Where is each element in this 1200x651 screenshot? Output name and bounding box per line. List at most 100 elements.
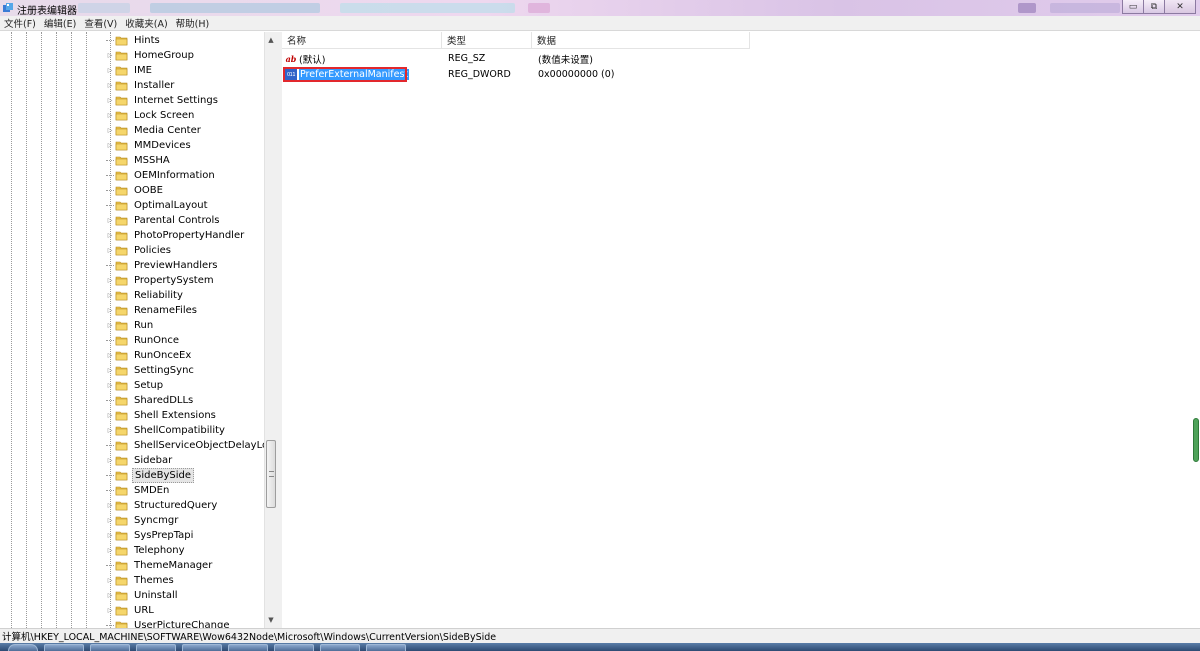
tree-item[interactable]: MSSHA bbox=[106, 153, 172, 168]
tree-item[interactable]: ▷ StructuredQuery bbox=[106, 498, 219, 513]
tree-item[interactable]: ▷ Syncmgr bbox=[106, 513, 180, 528]
tree-item[interactable]: ▷ Uninstall bbox=[106, 588, 180, 603]
restore-button[interactable]: ⧉ bbox=[1143, 0, 1165, 14]
tree-item[interactable]: Hints bbox=[106, 33, 162, 48]
tree-item[interactable]: SharedDLLs bbox=[106, 393, 195, 408]
expand-arrow-icon[interactable]: ▷ bbox=[106, 78, 114, 93]
tree-item[interactable]: ▷ Sidebar bbox=[106, 453, 174, 468]
menu-file[interactable]: 文件(F) bbox=[4, 16, 36, 30]
expand-arrow-icon[interactable]: ▷ bbox=[106, 63, 114, 78]
tree-item[interactable]: ▷ RunOnceEx bbox=[106, 348, 193, 363]
tree-guide-line bbox=[56, 32, 57, 628]
expand-arrow-icon[interactable]: ▷ bbox=[106, 93, 114, 108]
tree-item[interactable]: ▷ Internet Settings bbox=[106, 93, 220, 108]
menu-view[interactable]: 查看(V) bbox=[84, 16, 117, 30]
tree-item[interactable]: ▷ Lock Screen bbox=[106, 108, 196, 123]
tree-item[interactable]: ▷ Media Center bbox=[106, 123, 203, 138]
tree-connector bbox=[106, 558, 114, 573]
tree-item[interactable]: ▷ Telephony bbox=[106, 543, 187, 558]
taskbar-button[interactable] bbox=[182, 644, 222, 651]
close-button[interactable]: ✕ bbox=[1164, 0, 1196, 14]
expand-arrow-icon[interactable]: ▷ bbox=[106, 288, 114, 303]
expand-arrow-icon[interactable]: ▷ bbox=[106, 603, 114, 618]
tree-item[interactable]: ▷ Shell Extensions bbox=[106, 408, 218, 423]
expand-arrow-icon[interactable]: ▷ bbox=[106, 498, 114, 513]
expand-arrow-icon[interactable]: ▷ bbox=[106, 318, 114, 333]
tree-item[interactable]: ▷ Parental Controls bbox=[106, 213, 221, 228]
tree-item[interactable]: SideBySide bbox=[106, 468, 195, 483]
tree-item[interactable]: ▷ Reliability bbox=[106, 288, 185, 303]
expand-arrow-icon[interactable]: ▷ bbox=[106, 528, 114, 543]
expand-arrow-icon[interactable]: ▷ bbox=[106, 213, 114, 228]
tree-item[interactable]: ▷ HomeGroup bbox=[106, 48, 196, 63]
taskbar-button[interactable] bbox=[320, 644, 360, 651]
tree-item[interactable]: ▷ PhotoPropertyHandler bbox=[106, 228, 246, 243]
expand-arrow-icon[interactable]: ▷ bbox=[106, 513, 114, 528]
tree-item[interactable]: ▷ SysPrepTapi bbox=[106, 528, 195, 543]
value-row-selected[interactable]: 011 PreferExternalManifest REG_DWORD 0x0… bbox=[282, 67, 1200, 82]
tree-item[interactable]: OptimalLayout bbox=[106, 198, 210, 213]
tree-item[interactable]: ▷ Themes bbox=[106, 573, 176, 588]
scroll-down-arrow[interactable]: ▼ bbox=[265, 614, 277, 626]
expand-arrow-icon[interactable]: ▷ bbox=[106, 348, 114, 363]
expand-arrow-icon[interactable]: ▷ bbox=[106, 48, 114, 63]
edge-scroll-indicator[interactable] bbox=[1193, 418, 1199, 462]
column-header-name[interactable]: 名称 bbox=[282, 32, 442, 49]
tree-item[interactable]: RunOnce bbox=[106, 333, 181, 348]
expand-arrow-icon[interactable]: ▷ bbox=[106, 273, 114, 288]
start-button[interactable] bbox=[8, 644, 38, 651]
expand-arrow-icon[interactable]: ▷ bbox=[106, 543, 114, 558]
taskbar-button[interactable] bbox=[228, 644, 268, 651]
expand-arrow-icon[interactable]: ▷ bbox=[106, 423, 114, 438]
tree-item[interactable]: ▷ URL bbox=[106, 603, 156, 618]
expand-arrow-icon[interactable]: ▷ bbox=[106, 453, 114, 468]
value-row[interactable]: ab (默认) REG_SZ (数值未设置) bbox=[282, 51, 1200, 66]
tree-item[interactable]: SMDEn bbox=[106, 483, 171, 498]
taskbar-button[interactable] bbox=[90, 644, 130, 651]
tree-item[interactable]: PreviewHandlers bbox=[106, 258, 220, 273]
tree-scrollbar[interactable]: ▲ ▼ bbox=[264, 32, 277, 628]
tree-item[interactable]: ▷ PropertySystem bbox=[106, 273, 216, 288]
registry-tree[interactable]: Hints ▷ HomeGroup ▷ IME ▷ Installer ▷ Internet S… bbox=[0, 32, 277, 628]
tree-item[interactable]: ▷ SettingSync bbox=[106, 363, 196, 378]
tree-item[interactable]: ShellServiceObjectDelayLoad bbox=[106, 438, 276, 453]
expand-arrow-icon[interactable]: ▷ bbox=[106, 138, 114, 153]
tree-item[interactable]: OOBE bbox=[106, 183, 165, 198]
taskbar-button[interactable] bbox=[366, 644, 406, 651]
tree-item[interactable]: ▷ Policies bbox=[106, 243, 173, 258]
tree-item[interactable]: ▷ Run bbox=[106, 318, 155, 333]
tree-item[interactable]: ▷ IME bbox=[106, 63, 154, 78]
background-tab bbox=[1018, 3, 1036, 13]
menu-edit[interactable]: 编辑(E) bbox=[44, 16, 76, 30]
tree-item[interactable]: ▷ ShellCompatibility bbox=[106, 423, 227, 438]
tree-item[interactable]: OEMInformation bbox=[106, 168, 217, 183]
tree-item[interactable]: UserPictureChange bbox=[106, 618, 231, 628]
expand-arrow-icon[interactable]: ▷ bbox=[106, 303, 114, 318]
minimize-button[interactable]: ▭ bbox=[1122, 0, 1144, 14]
expand-arrow-icon[interactable]: ▷ bbox=[106, 378, 114, 393]
column-header-data[interactable]: 数据 bbox=[532, 32, 750, 49]
tree-item[interactable]: ▷ Setup bbox=[106, 378, 165, 393]
taskbar-button[interactable] bbox=[136, 644, 176, 651]
tree-item[interactable]: ▷ Installer bbox=[106, 78, 176, 93]
expand-arrow-icon[interactable]: ▷ bbox=[106, 408, 114, 423]
tree-item-label: SideBySide bbox=[132, 468, 195, 483]
tree-item[interactable]: ThemeManager bbox=[106, 558, 214, 573]
expand-arrow-icon[interactable]: ▷ bbox=[106, 123, 114, 138]
taskbar-button[interactable] bbox=[44, 644, 84, 651]
menu-favorites[interactable]: 收藏夹(A) bbox=[125, 16, 167, 30]
column-header-type[interactable]: 类型 bbox=[442, 32, 532, 49]
expand-arrow-icon[interactable]: ▷ bbox=[106, 573, 114, 588]
expand-arrow-icon[interactable]: ▷ bbox=[106, 588, 114, 603]
values-list[interactable]: 名称 类型 数据 ab (默认) REG_SZ (数值未设置) 011 Pref… bbox=[282, 32, 1200, 628]
expand-arrow-icon[interactable]: ▷ bbox=[106, 363, 114, 378]
scroll-up-arrow[interactable]: ▲ bbox=[265, 34, 277, 46]
menu-help[interactable]: 帮助(H) bbox=[176, 16, 210, 30]
expand-arrow-icon[interactable]: ▷ bbox=[106, 108, 114, 123]
taskbar-button[interactable] bbox=[274, 644, 314, 651]
scroll-thumb[interactable] bbox=[266, 440, 276, 508]
tree-item[interactable]: ▷ MMDevices bbox=[106, 138, 193, 153]
expand-arrow-icon[interactable]: ▷ bbox=[106, 243, 114, 258]
tree-item[interactable]: ▷ RenameFiles bbox=[106, 303, 199, 318]
expand-arrow-icon[interactable]: ▷ bbox=[106, 228, 114, 243]
